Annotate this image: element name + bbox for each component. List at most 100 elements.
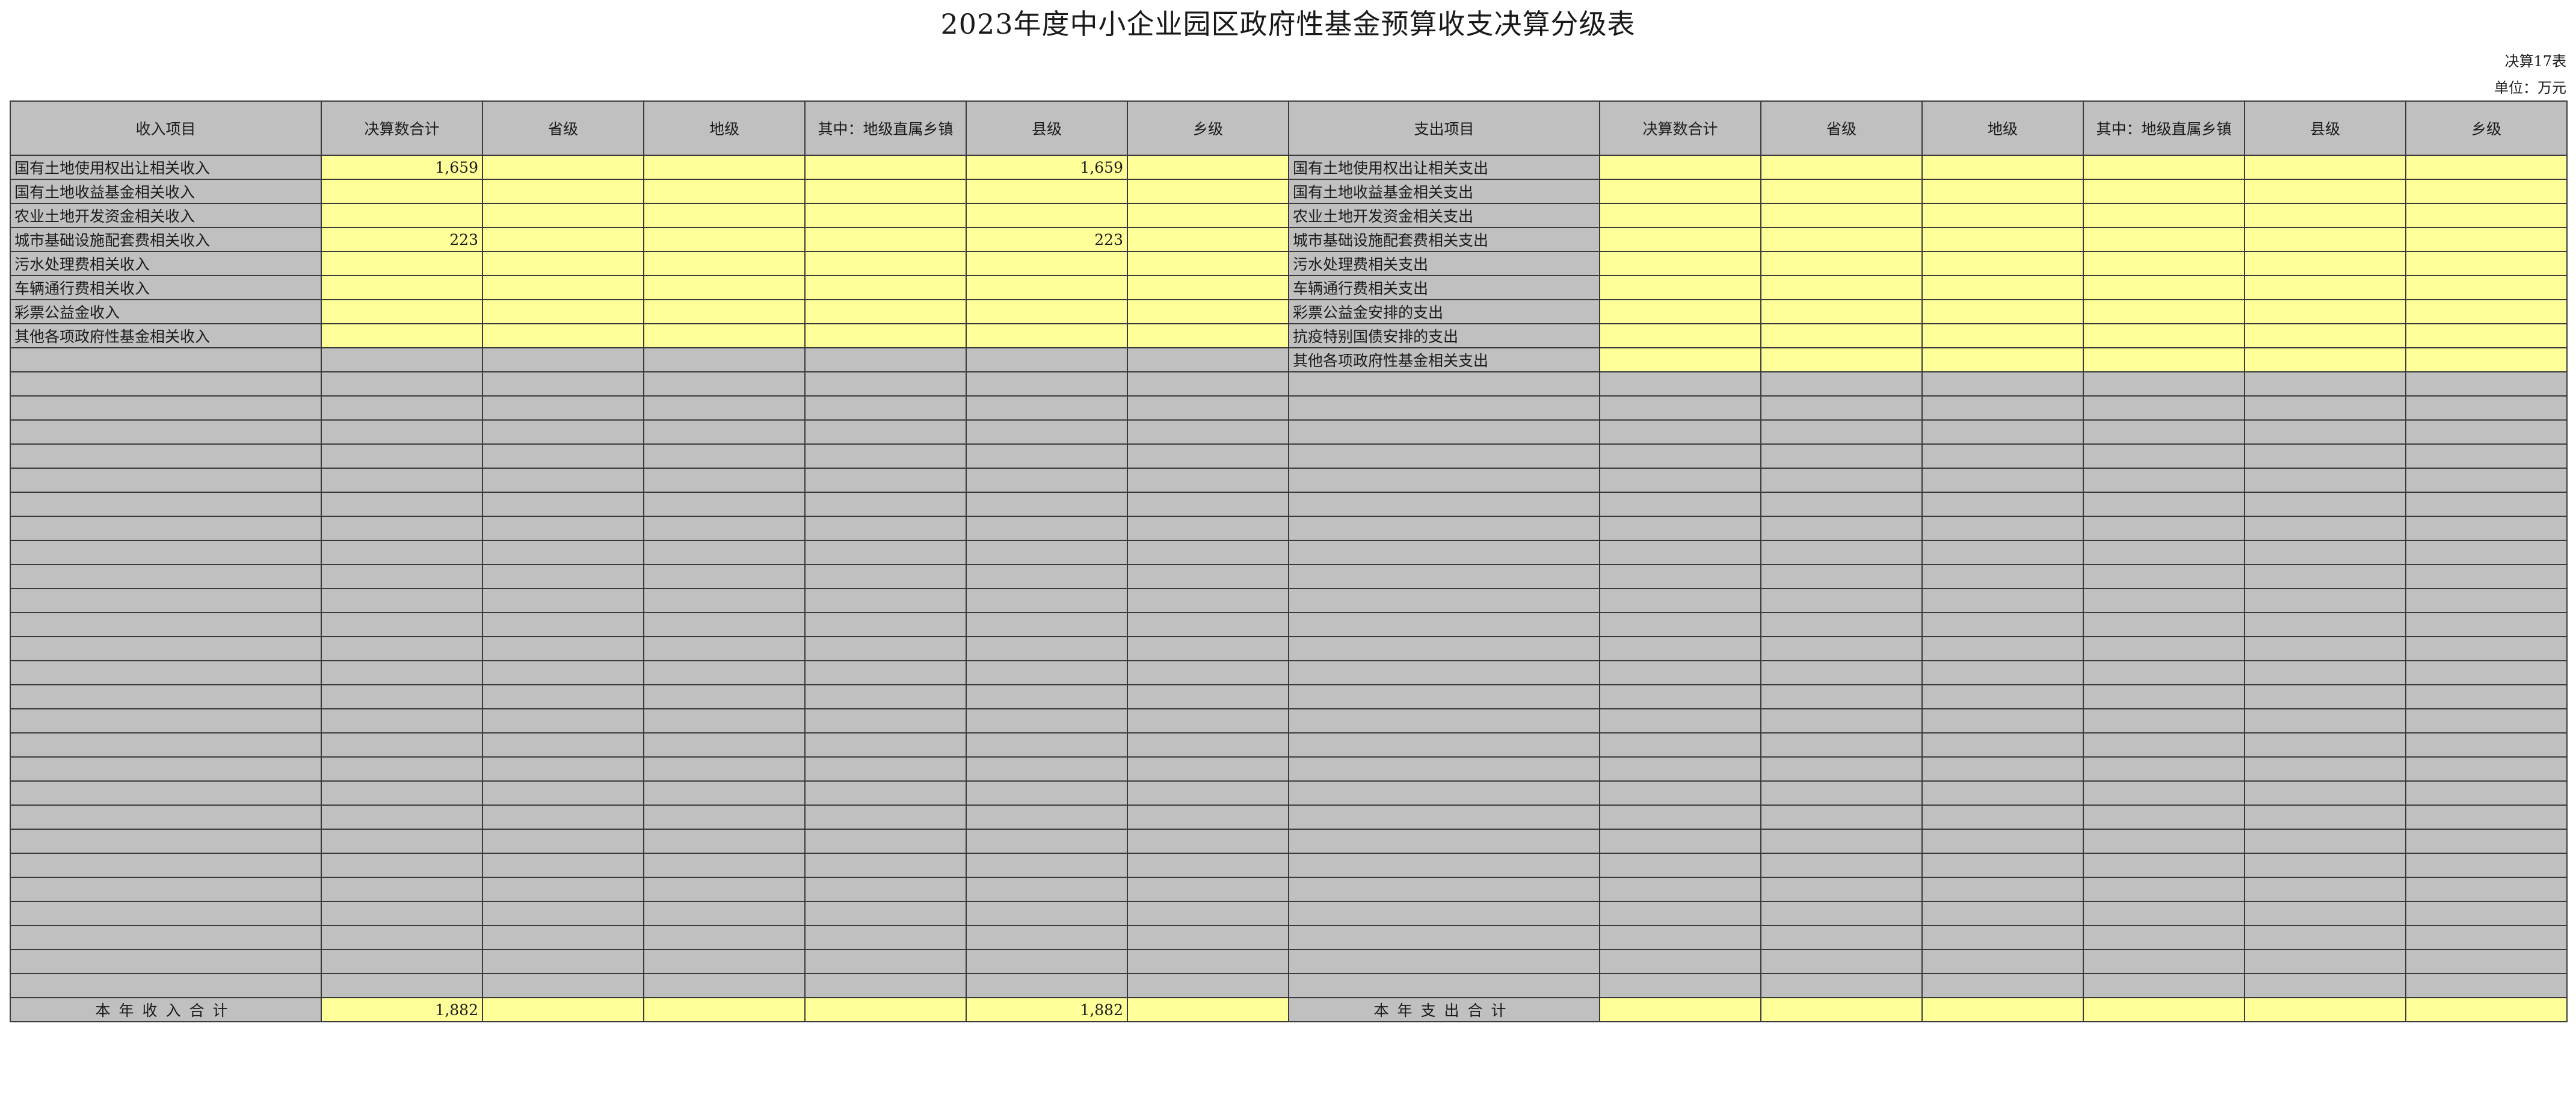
income-value-cell xyxy=(482,925,644,950)
income-value-cell xyxy=(321,564,483,589)
expense-value-cell xyxy=(1921,251,2084,276)
expense-value-cell xyxy=(2083,877,2245,902)
table-row xyxy=(10,443,2568,469)
expense-value-cell xyxy=(2405,949,2568,974)
expense-value-cell xyxy=(2083,299,2245,324)
expense-value-cell xyxy=(2083,419,2245,445)
expense-value-cell xyxy=(2083,973,2245,998)
expense-value-cell xyxy=(1599,588,1761,613)
expense-value-cell xyxy=(2405,612,2568,637)
income-item-name: 城市基础设施配套费相关收入 xyxy=(10,227,322,252)
income-value-cell xyxy=(966,708,1128,733)
expense-value-cell xyxy=(2405,684,2568,709)
expense-value-cell xyxy=(2244,853,2406,878)
income-value-cell xyxy=(1127,684,1289,709)
expense-value-cell xyxy=(2083,540,2245,565)
expense-item-name xyxy=(1288,612,1600,637)
header-cell: 乡级 xyxy=(2405,100,2568,156)
expense-value-cell xyxy=(2244,155,2406,180)
expense-value-cell xyxy=(2405,636,2568,661)
income-value-cell xyxy=(1127,973,1289,998)
expense-value-cell xyxy=(1599,925,1761,950)
expense-value-cell xyxy=(1921,732,2084,758)
expense-value-cell xyxy=(1921,684,2084,709)
expense-item-name xyxy=(1288,443,1600,469)
income-value-cell xyxy=(966,395,1128,421)
income-item-name xyxy=(10,829,322,854)
table-row xyxy=(10,732,2568,758)
income-value-cell xyxy=(482,756,644,782)
expense-value-cell xyxy=(1599,155,1761,180)
income-value-cell xyxy=(482,684,644,709)
table-row xyxy=(10,395,2568,421)
income-item-name: 国有土地收益基金相关收入 xyxy=(10,179,322,204)
expense-value-cell xyxy=(1760,155,1923,180)
table-row: 其他各项政府性基金相关支出 xyxy=(10,347,2568,372)
expense-value-cell xyxy=(1760,323,1923,348)
expense-value-cell xyxy=(1921,419,2084,445)
income-value-cell xyxy=(1127,660,1289,685)
expense-item-name xyxy=(1288,564,1600,589)
expense-value-cell xyxy=(2405,756,2568,782)
table-row: 国有土地使用权出让相关收入 1,659 1,659 国有土地使用权出让相关支出 xyxy=(10,155,2568,180)
income-value-cell xyxy=(804,877,967,902)
income-value-cell xyxy=(804,564,967,589)
income-value-cell xyxy=(643,925,806,950)
expense-item-name xyxy=(1288,516,1600,541)
income-total-value: 1,882 xyxy=(321,997,483,1022)
expense-value-cell xyxy=(2405,395,2568,421)
expense-value-cell xyxy=(2083,347,2245,372)
expense-value-cell xyxy=(2244,588,2406,613)
income-value-cell xyxy=(1127,780,1289,806)
income-item-name xyxy=(10,853,322,878)
income-value-cell xyxy=(321,419,483,445)
income-value-cell xyxy=(482,877,644,902)
expense-value-cell xyxy=(1921,877,2084,902)
income-value-cell xyxy=(1127,468,1289,493)
table-row: 其他各项政府性基金相关收入 抗疫特别国债安排的支出 xyxy=(10,323,2568,348)
expense-value-cell xyxy=(1760,973,1923,998)
header-cell: 决算数合计 xyxy=(1599,100,1761,156)
income-total-value xyxy=(482,997,644,1022)
page-title: 2023年度中小企业园区政府性基金预算收支决算分级表 xyxy=(940,8,1636,40)
income-value-cell xyxy=(966,732,1128,758)
expense-item-name xyxy=(1288,708,1600,733)
expense-item-name xyxy=(1288,636,1600,661)
expense-value-cell xyxy=(2083,516,2245,541)
expense-value-cell xyxy=(2405,227,2568,252)
total-row: 本年收入合计 1,882 1,882 本年支出合计 xyxy=(10,997,2568,1022)
expense-value-cell xyxy=(2405,443,2568,469)
income-value-cell xyxy=(643,805,806,830)
income-value-cell xyxy=(1127,708,1289,733)
expense-value-cell xyxy=(2244,829,2406,854)
expense-value-cell xyxy=(1760,371,1923,397)
expense-value-cell xyxy=(1599,949,1761,974)
expense-item-name xyxy=(1288,684,1600,709)
income-value-cell xyxy=(1127,251,1289,276)
budget-table: 收入项目 决算数合计 省级 地级 其中：地级直属乡镇 县级 乡级 支出项目 决算… xyxy=(10,100,2568,1022)
income-value-cell xyxy=(482,347,644,372)
expense-item-name xyxy=(1288,780,1600,806)
income-value-cell xyxy=(482,612,644,637)
income-value-cell xyxy=(1127,203,1289,228)
income-value-cell xyxy=(321,660,483,685)
table-row xyxy=(10,564,2568,589)
income-value-cell xyxy=(643,853,806,878)
income-value-cell xyxy=(643,203,806,228)
income-value-cell xyxy=(643,251,806,276)
expense-value-cell xyxy=(2405,708,2568,733)
unit-label: 单位：万元 xyxy=(2494,79,2566,96)
expense-total-value xyxy=(2083,997,2245,1022)
income-value-cell xyxy=(321,853,483,878)
expense-value-cell xyxy=(1760,660,1923,685)
expense-item-name: 国有土地收益基金相关支出 xyxy=(1288,179,1600,204)
income-value-cell xyxy=(966,973,1128,998)
expense-value-cell xyxy=(1760,780,1923,806)
expense-value-cell xyxy=(1760,347,1923,372)
expense-value-cell xyxy=(2244,564,2406,589)
income-value-cell xyxy=(804,540,967,565)
income-value-cell xyxy=(321,684,483,709)
income-value-cell xyxy=(1127,853,1289,878)
income-value-cell xyxy=(482,853,644,878)
header-cell: 县级 xyxy=(966,100,1128,156)
